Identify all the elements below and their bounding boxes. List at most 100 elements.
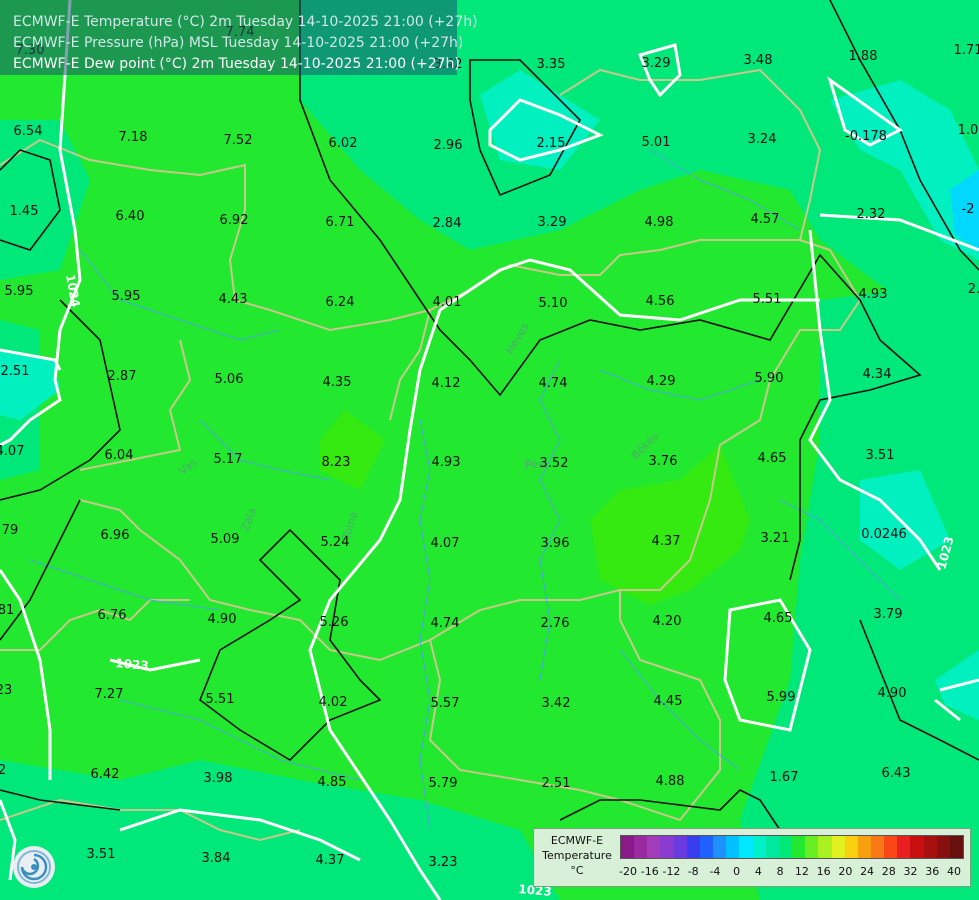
legend-tick-label: 8 [776, 865, 784, 878]
legend-tick-label: 0 [733, 865, 741, 878]
dewpoint-value: 4.88 [656, 774, 685, 789]
dewpoint-value: 4.98 [645, 215, 674, 230]
dewpoint-value: 7.18 [119, 130, 148, 145]
legend-title: ECMWF-E Temperature °C [536, 833, 618, 878]
legend-tick-label: -8 [687, 865, 699, 878]
legend-swatch [726, 836, 740, 858]
dewpoint-value: 0.0246 [861, 527, 907, 542]
legend-tick-label: 40 [947, 865, 961, 878]
dewpoint-value: 2.32 [857, 207, 886, 222]
dewpoint-value: 5.10 [539, 296, 568, 311]
dewpoint-value: 3.23 [429, 855, 458, 870]
dewpoint-value: 4.37 [316, 853, 345, 868]
dewpoint-value: 1.45 [10, 204, 39, 219]
dewpoint-value: 4.37 [652, 534, 681, 549]
dewpoint-value: 3.51 [866, 448, 895, 463]
legend-title-line: Temperature [542, 849, 612, 862]
legend-swatch [805, 836, 819, 858]
dewpoint-value: 4.29 [647, 374, 676, 389]
dewpoint-value: 2.76 [541, 616, 570, 631]
dewpoint-value: 1.0 [958, 123, 979, 138]
dewpoint-value: 2.87 [108, 369, 137, 384]
legend-swatch [778, 836, 793, 858]
legend-swatch [870, 836, 885, 858]
dewpoint-value: 5.99 [767, 690, 796, 705]
dewpoint-value: 2. [968, 282, 979, 297]
legend-tick-label: -16 [640, 865, 659, 878]
legend-swatch [752, 836, 766, 858]
legend-tick-label: 32 [903, 865, 918, 878]
legend-swatch [884, 836, 898, 858]
temperature-title: ECMWF-E Temperature (°C) 2m Tuesday 14-1… [13, 14, 478, 30]
dewpoint-value: -0.178 [845, 129, 887, 144]
dewpoint-value: 6.42 [91, 767, 120, 782]
dewpoint-value: 5.51 [753, 292, 782, 307]
dewpoint-value: 6.76 [98, 608, 127, 623]
isobar-label: 1023 [115, 656, 149, 673]
dewpoint-value: 7.52 [224, 133, 253, 148]
legend-color-bar [620, 835, 964, 859]
legend-swatch [765, 836, 779, 858]
dewpoint-value: 23 [0, 683, 12, 698]
weather-map: 1024 1023 1023 1023 Heves Pest Békés Vas… [0, 0, 979, 900]
dewpoint-value: 5.90 [755, 371, 784, 386]
dewpoint-value: 4.02 [319, 695, 348, 710]
dewpoint-value: 5.79 [429, 776, 458, 791]
legend-swatch [634, 836, 648, 858]
legend-swatch [831, 836, 845, 858]
dewpoint-value: 3.29 [642, 56, 671, 71]
dewpoint-value: 5.24 [321, 535, 350, 550]
dewpoint-value: 5.06 [215, 372, 244, 387]
swirl-icon [17, 850, 51, 884]
dewpoint-value: 2.84 [433, 216, 462, 231]
dewpoint-value: 4.07 [431, 536, 460, 551]
dewpoint-value: 4.93 [432, 455, 461, 470]
dewpoint-value: 8.23 [322, 455, 351, 470]
dewpoint-value: 6.54 [14, 124, 43, 139]
legend-tick-label: -20 [619, 865, 637, 878]
dewpoint-value: 5.57 [431, 696, 460, 711]
dewpoint-value: 3.84 [202, 851, 231, 866]
dewpoint-value: 3.48 [744, 53, 773, 68]
legend-swatch [949, 836, 964, 858]
dewpoint-value: 4.90 [878, 686, 907, 701]
legend-swatch [857, 836, 871, 858]
legend-swatch [686, 836, 700, 858]
dewpoint-value: 4.90 [208, 612, 237, 627]
legend-swatch [792, 836, 806, 858]
legend-swatch [844, 836, 858, 858]
dewpoint-value: 4.65 [764, 611, 793, 626]
dewpoint-value: 4.74 [431, 616, 460, 631]
legend-tick-label: 24 [860, 865, 875, 878]
legend-tick-label: 4 [754, 865, 762, 878]
dewpoint-value: 2.51 [1, 364, 30, 379]
dewpoint-value: 5.01 [642, 135, 671, 150]
dewpoint-value: 81 [0, 603, 14, 618]
legend-tick-label: 16 [816, 865, 831, 878]
dewpoint-value: 79 [2, 523, 19, 538]
dewpoint-value: 4.93 [859, 287, 888, 302]
legend-swatch [660, 836, 674, 858]
legend-swatch [621, 836, 635, 858]
dewpoint-value: 3.24 [748, 132, 777, 147]
dewpoint-value: 6.04 [105, 448, 134, 463]
dewpoint-value: 4.57 [751, 212, 780, 227]
dewpoint-value: 1.88 [849, 49, 878, 64]
dewpoint-value: 6.24 [326, 295, 355, 310]
legend-title-line: °C [570, 864, 584, 877]
dewpoint-value: 3.76 [649, 454, 678, 469]
dewpoint-value: 3.29 [538, 215, 567, 230]
dewpoint-value: 4.12 [432, 376, 461, 391]
legend-swatch [673, 836, 687, 858]
dewpoint-value: 4.45 [654, 694, 683, 709]
pressure-title: ECMWF-E Pressure (hPa) MSL Tuesday 14-10… [13, 35, 464, 51]
dewpoint-value: 2.96 [434, 138, 463, 153]
dewpoint-value: 5.95 [112, 289, 141, 304]
legend-swatch [910, 836, 924, 858]
dewpoint-title: ECMWF-E Dew point (°C) 2m Tuesday 14-10-… [13, 56, 460, 72]
dewpoint-value: 6.02 [329, 136, 358, 151]
dewpoint-value: 4.07 [0, 444, 24, 459]
dewpoint-value: 2 [0, 763, 6, 778]
legend-title-line: ECMWF-E [550, 834, 604, 847]
dewpoint-value: 5.09 [211, 532, 240, 547]
